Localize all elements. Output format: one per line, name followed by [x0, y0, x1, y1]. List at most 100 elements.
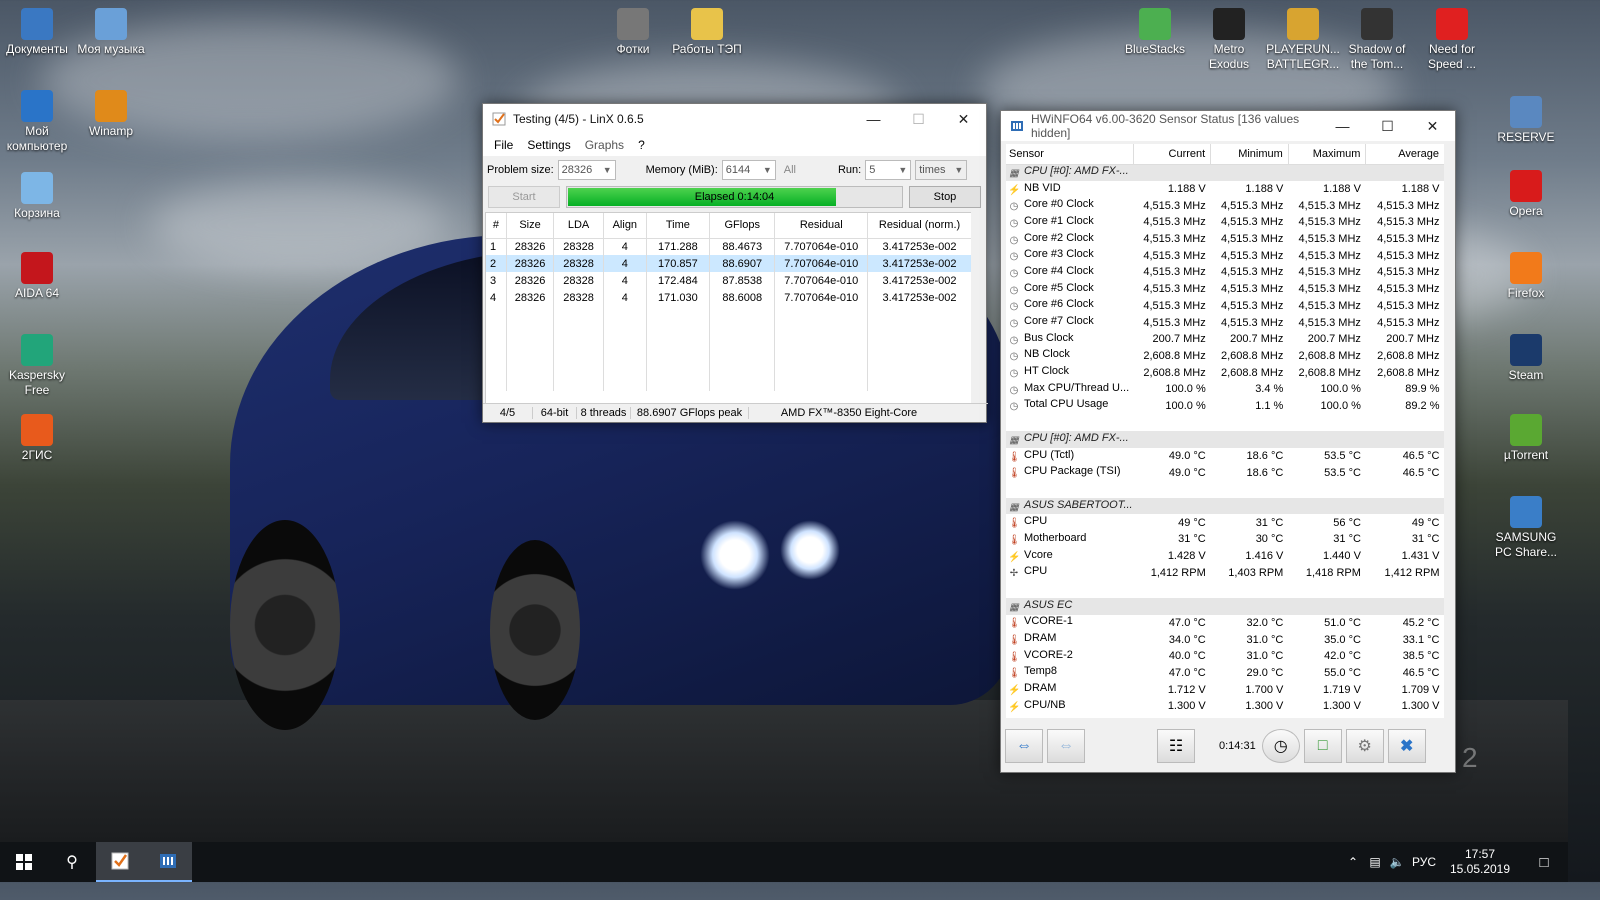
- sensor-row[interactable]: ◷ Core #2 Clock 4,515.3 MHz 4,515.3 MHz 4,51…: [1006, 231, 1445, 248]
- desktop-icon[interactable]: Need for Speed ...: [1415, 8, 1489, 72]
- column-header[interactable]: Maximum: [1288, 144, 1367, 165]
- memory-combo[interactable]: 6144 ▼: [721, 160, 776, 180]
- sensor-row[interactable]: ◷ Core #5 Clock 4,515.3 MHz 4,515.3 MHz 4,51…: [1006, 281, 1445, 298]
- settings-icon[interactable]: ⚙: [1345, 729, 1384, 763]
- run-unit-combo[interactable]: times ▼: [915, 160, 968, 180]
- sensor-row[interactable]: ◷ NB Clock 2,608.8 MHz 2,608.8 MHz 2,608.8 M…: [1006, 348, 1445, 365]
- maximize-button[interactable]: ☐: [1365, 111, 1410, 141]
- notifications-icon[interactable]: □: [1520, 854, 1568, 871]
- desktop-icon[interactable]: AIDA 64: [0, 252, 74, 301]
- sensor-row[interactable]: ◷ Bus Clock 200.7 MHz 200.7 MHz 200.7 MHz 200…: [1006, 331, 1445, 348]
- sensor-row[interactable]: ◷ Max CPU/Thread U... 100.0 % 3.4 % 100.0 % 8…: [1006, 381, 1445, 398]
- stop-button[interactable]: Stop: [909, 186, 981, 208]
- desktop-icon[interactable]: RESERVE: [1489, 96, 1563, 145]
- run-combo[interactable]: 5 ▼: [865, 160, 912, 180]
- language-indicator[interactable]: РУС: [1408, 855, 1440, 869]
- sensor-row[interactable]: 🌡 DRAM 34.0 °C 31.0 °C 35.0 °C 33.1 °C: [1006, 631, 1445, 648]
- hwinfo-titlebar[interactable]: HWiNFO64 v6.00-3620 Sensor Status [136 v…: [1001, 111, 1455, 141]
- sensor-group-row[interactable]: ▦ ASUS EC: [1006, 597, 1445, 615]
- close-button[interactable]: ✕: [941, 104, 986, 134]
- clock[interactable]: 17:57 15.05.2019: [1440, 847, 1520, 877]
- results-scrollbar[interactable]: [971, 212, 986, 404]
- sensor-group-row[interactable]: ▦ ASUS SABERTOOT...: [1006, 497, 1445, 515]
- sensor-row[interactable]: 🌡 CPU Package (TSI) 49.0 °C 18.6 °C 53.5 °C 4…: [1006, 464, 1445, 481]
- sensor-row[interactable]: ◷ Core #7 Clock 4,515.3 MHz 4,515.3 MHz 4,51…: [1006, 314, 1445, 331]
- desktop-icon[interactable]: Shadow of the Tom...: [1340, 8, 1414, 72]
- desktop-icon[interactable]: Opera: [1489, 170, 1563, 219]
- sensor-row[interactable]: ⚡ DRAM 1.712 V 1.700 V 1.719 V 1.709 V: [1006, 681, 1445, 698]
- sensor-scrollbar[interactable]: [1444, 144, 1455, 718]
- linx-titlebar[interactable]: Testing (4/5) - LinX 0.6.5 — ☐ ✕: [483, 104, 986, 134]
- network-icon[interactable]: ☷: [1157, 729, 1195, 763]
- column-header[interactable]: Residual: [774, 213, 869, 239]
- network-tray-icon[interactable]: ▤: [1364, 855, 1386, 869]
- sensor-row[interactable]: 🌡 CPU (Tctl) 49.0 °C 18.6 °C 53.5 °C 46.5 °C: [1006, 448, 1445, 465]
- menu-settings[interactable]: Settings: [520, 138, 577, 152]
- sensor-row[interactable]: 🌡 CPU 49 °C 31 °C 56 °C 49 °C: [1006, 514, 1445, 531]
- column-header[interactable]: Residual (norm.): [867, 213, 972, 239]
- start-icon[interactable]: [0, 842, 48, 882]
- taskbar-linx-icon[interactable]: [96, 842, 144, 882]
- column-header[interactable]: Time: [646, 213, 711, 239]
- sensor-row[interactable]: ◷ HT Clock 2,608.8 MHz 2,608.8 MHz 2,608.8 M…: [1006, 364, 1445, 381]
- close-sensors-icon[interactable]: ✖: [1387, 729, 1426, 763]
- desktop-icon[interactable]: Мой компьютер: [0, 90, 74, 154]
- sensor-row[interactable]: ◷ Core #0 Clock 4,515.3 MHz 4,515.3 MHz 4,51…: [1006, 197, 1445, 214]
- sensor-row[interactable]: 🌡 Motherboard 31 °C 30 °C 31 °C 31 °C: [1006, 531, 1445, 548]
- column-header[interactable]: Align: [603, 213, 647, 239]
- report-icon[interactable]: □: [1303, 729, 1342, 763]
- sensor-row[interactable]: ⚡ CPU/NB 1.300 V 1.300 V 1.300 V 1.300 V: [1006, 698, 1445, 715]
- desktop-icon[interactable]: Корзина: [0, 172, 74, 221]
- desktop-icon[interactable]: Metro Exodus: [1192, 8, 1266, 72]
- problem-size-combo[interactable]: 28326 ▼: [557, 160, 616, 180]
- desktop-icon[interactable]: PLAYERUN... BATTLEGR...: [1266, 8, 1340, 72]
- desktop-icon[interactable]: µTorrent: [1489, 414, 1563, 463]
- sensor-row[interactable]: 🌡 Temp8 47.0 °C 29.0 °C 55.0 °C 46.5 °C: [1006, 665, 1445, 682]
- menu-graphs[interactable]: Graphs: [578, 138, 631, 152]
- table-row[interactable]: 4 28326 28328 4 171.030 88.6008 7.707064e-010 3…: [486, 289, 972, 306]
- chevron-up-icon[interactable]: ⌃: [1342, 855, 1364, 869]
- sensor-row[interactable]: ✢ CPU 1,412 RPM 1,403 RPM 1,418 RPM 1,412 RPM: [1006, 565, 1445, 582]
- table-row[interactable]: 3 28326 28328 4 172.484 87.8538 7.707064e-010 3…: [486, 272, 972, 289]
- desktop-icon[interactable]: Документы: [0, 8, 74, 57]
- maximize-button[interactable]: ☐: [896, 104, 941, 134]
- column-header[interactable]: Sensor: [1006, 144, 1134, 165]
- desktop-icon[interactable]: Winamp: [74, 90, 148, 139]
- column-header[interactable]: Current: [1133, 144, 1212, 165]
- close-button[interactable]: ✕: [1410, 111, 1455, 141]
- menu-help[interactable]: ?: [631, 138, 652, 152]
- column-header[interactable]: Size: [506, 213, 555, 239]
- desktop-icon[interactable]: Steam: [1489, 334, 1563, 383]
- desktop-icon[interactable]: Kaspersky Free: [0, 334, 74, 398]
- column-header[interactable]: #: [486, 213, 507, 239]
- volume-icon[interactable]: 🔈: [1386, 855, 1408, 869]
- desktop-icon[interactable]: Моя музыка: [74, 8, 148, 57]
- column-header[interactable]: Average: [1365, 144, 1445, 165]
- desktop-icon[interactable]: SAMSUNG PC Share...: [1489, 496, 1563, 560]
- column-header[interactable]: LDA: [553, 213, 604, 239]
- nav-left-right-icon[interactable]: ⇔: [1005, 729, 1043, 763]
- minimize-button[interactable]: —: [1320, 111, 1365, 141]
- sensor-row[interactable]: ◷ Core #3 Clock 4,515.3 MHz 4,515.3 MHz 4,51…: [1006, 247, 1445, 264]
- sensor-row[interactable]: ◷ Total CPU Usage 100.0 % 1.1 % 100.0 % 89.2 …: [1006, 398, 1445, 415]
- desktop-icon[interactable]: 2ГИС: [0, 414, 74, 463]
- nav-right-left-icon[interactable]: ⇔: [1047, 729, 1085, 763]
- sensor-row[interactable]: ◷ Core #4 Clock 4,515.3 MHz 4,515.3 MHz 4,51…: [1006, 264, 1445, 281]
- sensor-group-row[interactable]: ▦ CPU [#0]: AMD FX-...: [1006, 164, 1445, 181]
- sensor-row[interactable]: ◷ Core #1 Clock 4,515.3 MHz 4,515.3 MHz 4,51…: [1006, 214, 1445, 231]
- minimize-button[interactable]: —: [851, 104, 896, 134]
- desktop-icon[interactable]: Работы ТЭП: [670, 8, 744, 57]
- sensor-row[interactable]: 🌡 VCORE-1 47.0 °C 32.0 °C 51.0 °C 45.2 °C: [1006, 615, 1445, 632]
- all-checkbox-label[interactable]: All: [784, 164, 796, 176]
- sensor-group-row[interactable]: ▦ CPU [#0]: AMD FX-...: [1006, 431, 1445, 448]
- search-icon[interactable]: ⚲: [48, 842, 96, 882]
- menu-file[interactable]: File: [487, 138, 520, 152]
- taskbar-hwinfo-icon[interactable]: [144, 842, 192, 882]
- table-row[interactable]: 1 28326 28328 4 171.288 88.4673 7.707064e-010 3…: [486, 238, 972, 255]
- table-row[interactable]: 2 28326 28328 4 170.857 88.6907 7.707064e-010 3…: [486, 255, 972, 272]
- start-button[interactable]: Start: [488, 186, 560, 208]
- sensor-row[interactable]: ◷ Core #6 Clock 4,515.3 MHz 4,515.3 MHz 4,51…: [1006, 298, 1445, 315]
- column-header[interactable]: GFlops: [709, 213, 776, 239]
- clock-icon[interactable]: ◷: [1261, 729, 1300, 763]
- desktop-icon[interactable]: BlueStacks: [1118, 8, 1192, 57]
